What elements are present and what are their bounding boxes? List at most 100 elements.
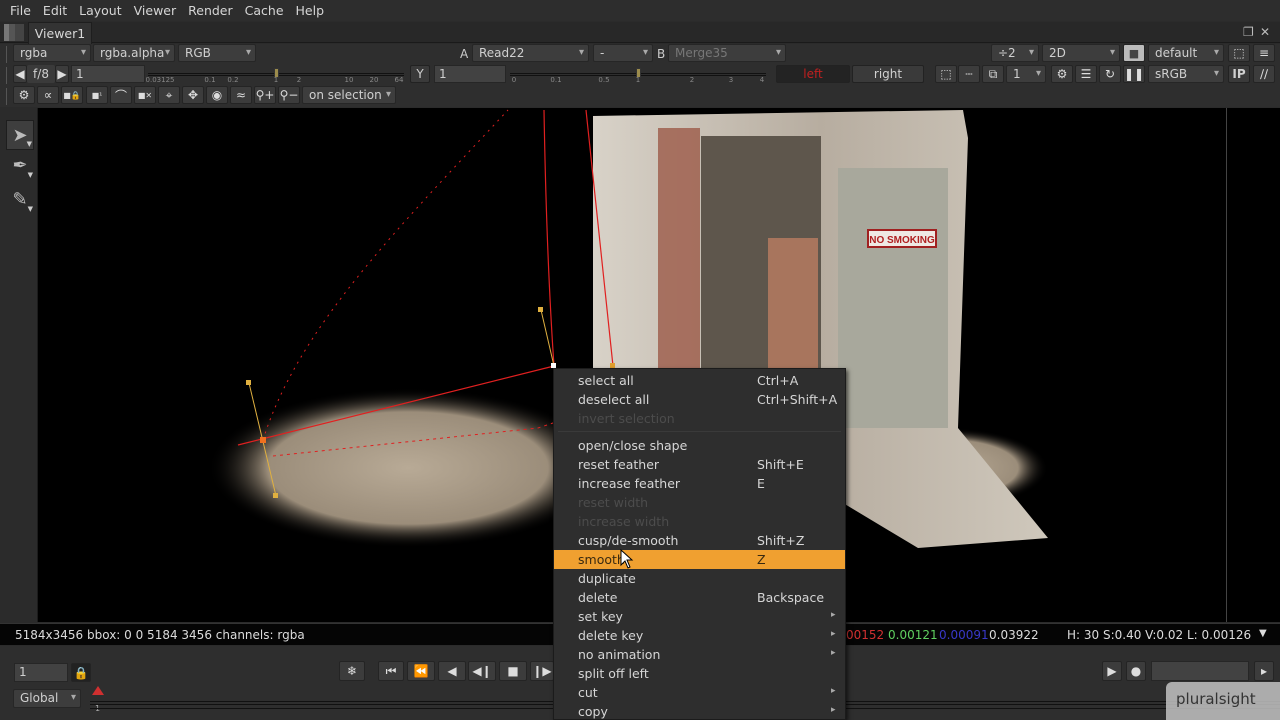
- guides-icon[interactable]: ≡: [1253, 44, 1275, 62]
- menu-item-split-off-left[interactable]: split off left: [554, 664, 845, 683]
- menu-viewer[interactable]: Viewer: [128, 3, 183, 18]
- lock-point-icon[interactable]: ■🔒: [61, 86, 83, 104]
- handle-point[interactable]: [538, 307, 543, 312]
- region-dotted-icon[interactable]: ┄: [958, 65, 980, 83]
- stereo-right-button[interactable]: right: [852, 65, 924, 83]
- menu-item-no-animation[interactable]: no animation ▸: [554, 645, 845, 664]
- point-1-icon[interactable]: ■¹: [86, 86, 108, 104]
- refresh-icon[interactable]: ↻: [1099, 65, 1121, 83]
- proxy-dropdown[interactable]: 1: [1006, 65, 1046, 83]
- info-menu-icon[interactable]: ▼: [1259, 628, 1267, 639]
- menu-item-cusp-de-smooth[interactable]: cusp/de-smooth Shift+Z: [554, 531, 845, 550]
- add-key-icon[interactable]: ⚲+: [254, 86, 276, 104]
- snowflake-icon[interactable]: ❄: [339, 661, 365, 681]
- menu-item-delete-key[interactable]: delete key ▸: [554, 626, 845, 645]
- clipping-icon[interactable]: ⚙: [1051, 65, 1073, 83]
- channels-dropdown[interactable]: rgba: [13, 44, 91, 62]
- brush-tool[interactable]: ✎ ▼: [6, 184, 34, 214]
- gear-icon[interactable]: ⚙: [13, 86, 35, 104]
- gravel-ground: [208, 388, 608, 548]
- control-point[interactable]: [260, 437, 266, 443]
- visibility-mode-dropdown[interactable]: on selection: [302, 86, 396, 104]
- lock-icon[interactable]: 🔒: [71, 663, 91, 682]
- menu-cache[interactable]: Cache: [239, 3, 290, 18]
- gamma-toggle-button[interactable]: Y: [410, 65, 430, 83]
- gamma-slider[interactable]: 0 0.1 0.5 1 2 3 4: [510, 65, 766, 85]
- prev-keyframe-icon[interactable]: ⏪: [407, 661, 435, 681]
- frame-field[interactable]: 1: [14, 663, 68, 682]
- gamma-field[interactable]: 1: [434, 65, 506, 83]
- camera-icon[interactable]: ■: [1123, 44, 1145, 62]
- menu-item-reset-feather[interactable]: reset feather Shift+E: [554, 455, 845, 474]
- close-pane-icon[interactable]: ✕: [1260, 25, 1270, 39]
- flipbook-icon[interactable]: ▶: [1102, 661, 1122, 681]
- playback-fps-field[interactable]: [1151, 661, 1249, 681]
- point-x-icon[interactable]: ■✕: [134, 86, 156, 104]
- menu-layout[interactable]: Layout: [73, 3, 128, 18]
- first-frame-icon[interactable]: ⏮: [378, 661, 404, 681]
- menu-item-label: cut: [578, 685, 598, 700]
- menu-item-smooth[interactable]: smooth Z: [554, 550, 845, 569]
- move-x-icon[interactable]: ⌖: [158, 86, 180, 104]
- wave-icon[interactable]: ≈: [230, 86, 252, 104]
- fstop-decrease-icon[interactable]: ◀: [13, 65, 27, 83]
- menu-item-cut[interactable]: cut ▸: [554, 683, 845, 702]
- wipe-stripes-icon[interactable]: ∕∕: [1253, 65, 1275, 83]
- menu-item-duplicate[interactable]: duplicate: [554, 569, 845, 588]
- float-pane-icon[interactable]: ❐: [1243, 25, 1254, 39]
- link-icon[interactable]: ∝: [37, 86, 59, 104]
- menu-item-increase-feather[interactable]: increase feather E: [554, 474, 845, 493]
- fstop-label[interactable]: f/8: [27, 65, 55, 83]
- step-back-icon[interactable]: ◀: [438, 661, 466, 681]
- menu-edit[interactable]: Edit: [37, 3, 73, 18]
- downscale-dropdown[interactable]: ÷2: [991, 44, 1039, 62]
- compare-op-dropdown[interactable]: -: [593, 44, 653, 62]
- handle-point[interactable]: [246, 380, 251, 385]
- tab-viewer1[interactable]: Viewer1: [28, 22, 92, 44]
- record-icon[interactable]: ●: [1126, 661, 1146, 681]
- lut-preset-dropdown[interactable]: default: [1148, 44, 1224, 62]
- gain-tick: 2: [296, 76, 302, 84]
- menu-item-delete[interactable]: delete Backspace: [554, 588, 845, 607]
- colorspace-dropdown[interactable]: sRGB: [1148, 65, 1224, 83]
- timeline-range-icon[interactable]: ▸: [1254, 661, 1274, 681]
- frame-range-dropdown[interactable]: Global: [13, 689, 81, 708]
- menu-help[interactable]: Help: [290, 3, 331, 18]
- fstop-increase-icon[interactable]: ▶: [55, 65, 69, 83]
- select-tool[interactable]: ➤ ▼: [6, 120, 34, 150]
- eye-point-icon[interactable]: ◉: [206, 86, 228, 104]
- pixel-alpha-value: 0.03922: [989, 628, 1039, 642]
- menu-item-select-all[interactable]: select all Ctrl+A: [554, 371, 845, 390]
- menu-item-open-close-shape[interactable]: open/close shape: [554, 436, 845, 455]
- gain-slider[interactable]: 0.03125 0.1 0.2 1 2 10 20 64: [146, 65, 404, 85]
- display-channel-dropdown[interactable]: RGB: [178, 44, 256, 62]
- playhead-marker[interactable]: [92, 686, 104, 696]
- remove-key-icon[interactable]: ⚲−: [278, 86, 300, 104]
- stereo-left-button[interactable]: left: [776, 65, 850, 83]
- pen-tool[interactable]: ✒ ▼: [6, 150, 34, 180]
- input-process-button[interactable]: IP: [1228, 65, 1250, 83]
- view-mode-dropdown[interactable]: 2D: [1042, 44, 1120, 62]
- handle-point[interactable]: [273, 493, 278, 498]
- roi-icon[interactable]: ⬚: [1228, 44, 1250, 62]
- play-backward-icon[interactable]: ◀❙: [468, 661, 496, 681]
- input-b-dropdown[interactable]: Merge35: [668, 44, 786, 62]
- pane-grip[interactable]: [4, 24, 24, 41]
- menu-file[interactable]: File: [4, 3, 37, 18]
- play-forward-icon[interactable]: ❙▶: [530, 661, 554, 681]
- stop-icon[interactable]: ■: [499, 661, 527, 681]
- lines-icon[interactable]: ☰: [1075, 65, 1097, 83]
- curve-x-icon[interactable]: ⌒: [110, 86, 132, 104]
- gain-field[interactable]: 1: [71, 65, 145, 83]
- region-select-icon[interactable]: ⬚: [935, 65, 957, 83]
- pause-icon[interactable]: ❚❚: [1123, 65, 1145, 83]
- menu-render[interactable]: Render: [182, 3, 239, 18]
- menu-item-set-key[interactable]: set key ▸: [554, 607, 845, 626]
- menu-item-copy[interactable]: copy ▸: [554, 702, 845, 720]
- input-a-dropdown[interactable]: Read22: [472, 44, 589, 62]
- proxy-icon[interactable]: ⧉: [982, 65, 1004, 83]
- alpha-channel-dropdown[interactable]: rgba.alpha: [93, 44, 175, 62]
- tab-bar: Viewer1 ❐ ✕: [0, 22, 1280, 44]
- menu-item-deselect-all[interactable]: deselect all Ctrl+Shift+A: [554, 390, 845, 409]
- transform-x-icon[interactable]: ✥: [182, 86, 204, 104]
